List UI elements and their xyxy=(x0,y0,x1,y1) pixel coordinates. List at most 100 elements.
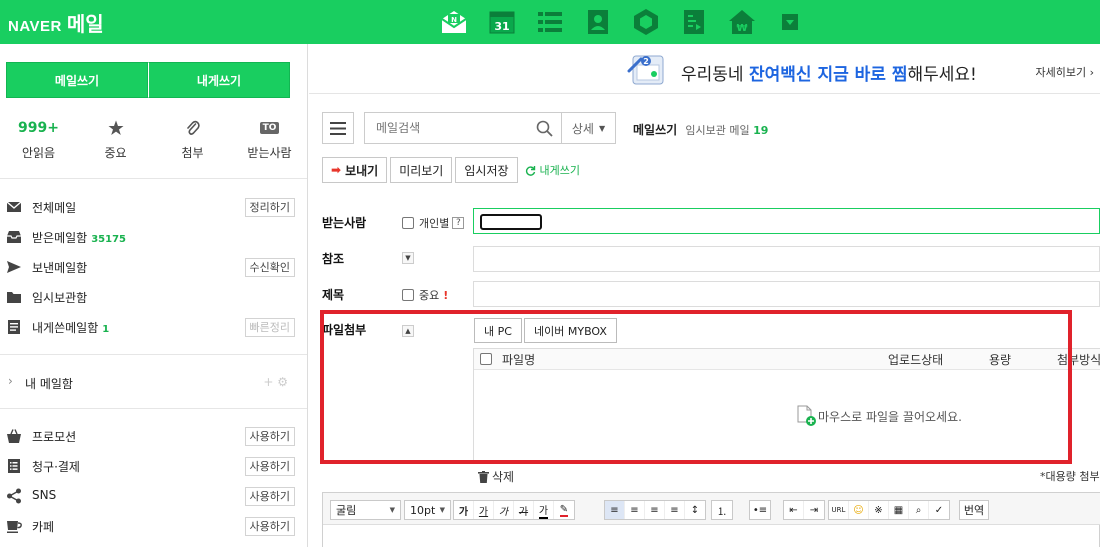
quick-organize-button[interactable]: 빠른정리 xyxy=(244,318,295,337)
mail-search-input[interactable] xyxy=(365,113,525,143)
folder-sns[interactable]: SNS 사용하기 xyxy=(0,481,308,511)
cc-expand-button[interactable]: ▼ xyxy=(402,252,414,264)
save-draft-button[interactable]: 임시저장 xyxy=(455,157,518,183)
folder-name: 임시보관함 xyxy=(32,291,88,305)
highlight-color-icon[interactable]: ✎ xyxy=(554,501,574,519)
outdent-icon[interactable]: ⇤ xyxy=(784,501,804,519)
banner-more-link[interactable]: 자세히보기 › xyxy=(1036,64,1095,80)
search-icon[interactable] xyxy=(536,120,553,137)
folder-billing[interactable]: 청구·결제 사용하기 xyxy=(0,451,308,481)
folder-cafe[interactable]: 카페 사용하기 xyxy=(0,511,308,541)
write-to-self-button[interactable]: 내게쓰기 xyxy=(148,62,290,98)
quick-recipient-label: 받는사람 xyxy=(247,146,292,160)
shopping-bag-icon xyxy=(7,429,21,443)
recipient-chip[interactable] xyxy=(480,214,542,230)
quick-recipient[interactable]: TO 받는사람 xyxy=(231,118,308,161)
quick-unread[interactable]: 999+ 안읽음 xyxy=(0,118,77,161)
unread-count: 999+ xyxy=(18,120,59,136)
subject-field[interactable] xyxy=(473,281,1100,307)
quick-attachment[interactable]: 첨부 xyxy=(154,118,231,161)
strikethrough-icon[interactable]: 가 xyxy=(514,501,534,519)
folder-name-text: 받은메일함 xyxy=(32,231,88,245)
to-icon: TO xyxy=(259,122,280,134)
quick-important[interactable]: 중요 xyxy=(77,118,154,161)
my-mailbox-actions[interactable]: + ⚙ xyxy=(263,375,288,389)
folder-inbox[interactable]: 받은메일함 35175 xyxy=(0,222,308,252)
to-label: 받는사람 xyxy=(322,216,367,230)
delete-attachment-button[interactable]: 삭제 xyxy=(478,468,514,485)
self-write-link[interactable]: 내게쓰기 xyxy=(525,162,580,178)
align-left-icon[interactable]: ≡ xyxy=(605,501,625,519)
use-button[interactable]: 사용하기 xyxy=(244,517,295,536)
folder-self-mail[interactable]: 내게쓴메일함 1 빠른정리 xyxy=(0,312,308,342)
folder-sent[interactable]: 보낸메일함 수신확인 xyxy=(0,252,308,282)
inbox-count: 35175 xyxy=(91,234,126,245)
special-char-icon[interactable]: ※ xyxy=(869,501,889,519)
to-field[interactable] xyxy=(473,208,1100,234)
find-icon[interactable]: ⌕ xyxy=(909,501,929,519)
read-receipt-button[interactable]: 수신확인 xyxy=(244,258,295,277)
send-button[interactable]: ➡ 보내기 xyxy=(322,157,388,183)
underline-icon[interactable]: 가 xyxy=(474,501,494,519)
hamburger-menu-button[interactable] xyxy=(322,112,354,144)
folder-name: 프로모션 xyxy=(32,430,77,444)
cube-icon[interactable] xyxy=(622,4,670,40)
address-book-icon[interactable] xyxy=(574,4,622,40)
font-family-value: 굴림 xyxy=(336,504,357,517)
align-right-icon[interactable]: ≡ xyxy=(645,501,665,519)
self-write-label: 내게쓰기 xyxy=(539,164,581,177)
top-bar: NAVER 메일 N 31 ₩ xyxy=(0,0,1100,44)
more-dropdown-icon[interactable] xyxy=(766,4,814,40)
use-button[interactable]: 사용하기 xyxy=(244,487,295,506)
write-mail-button[interactable]: 메일쓰기 xyxy=(6,62,148,98)
align-center-icon[interactable]: ≡ xyxy=(625,501,645,519)
folder-promotion[interactable]: 프로모션 사용하기 xyxy=(0,421,308,451)
naver-mail-logo[interactable]: NAVER 메일 xyxy=(8,8,104,37)
calendar-icon[interactable]: 31 xyxy=(478,4,526,40)
use-button[interactable]: 사용하기 xyxy=(244,427,295,446)
help-icon[interactable]: ? xyxy=(452,217,465,229)
cc-field[interactable] xyxy=(473,246,1100,272)
app-switcher: N 31 ₩ xyxy=(430,4,814,40)
font-family-select[interactable]: 굴림 ▼ xyxy=(330,500,401,520)
rich-text-editor: 굴림 ▼ 10pt ▼ 가 가 가 가 가 ✎ ≡ ≡ ≡ ≡ ↕ ⒈ •≡ ⇤ ⇥… xyxy=(322,492,1100,547)
memo-icon[interactable] xyxy=(670,4,718,40)
line-height-icon[interactable]: ↕ xyxy=(685,501,705,519)
use-button[interactable]: 사용하기 xyxy=(244,457,295,476)
individual-checkbox[interactable] xyxy=(402,217,414,229)
folder-name: 전체메일 xyxy=(32,201,77,215)
compose-title: 메일쓰기 xyxy=(633,123,678,137)
folder-drafts[interactable]: 임시보관함 xyxy=(0,282,308,312)
bold-icon[interactable]: 가 xyxy=(454,501,474,519)
translate-button[interactable]: 번역 xyxy=(959,500,989,520)
important-checkbox[interactable] xyxy=(402,289,414,301)
spellcheck-icon[interactable]: ✓ xyxy=(929,501,949,519)
ad-banner[interactable]: 2 우리동네 잔여백신 지금 바로 찜해두세요! 자세히보기 › xyxy=(309,44,1100,94)
contacts-list-icon[interactable] xyxy=(526,4,574,40)
emoji-icon[interactable]: ☺ xyxy=(849,501,869,519)
font-size-select[interactable]: 10pt ▼ xyxy=(404,500,451,520)
caret-down-icon: ▼ xyxy=(389,506,395,514)
numbered-list-icon[interactable]: ⒈ xyxy=(712,501,732,519)
preview-button[interactable]: 미리보기 xyxy=(390,157,453,183)
mail-icon[interactable]: N xyxy=(430,4,478,40)
household-ledger-icon[interactable]: ₩ xyxy=(718,4,766,40)
align-justify-icon[interactable]: ≡ xyxy=(665,501,685,519)
table-icon[interactable]: ▦ xyxy=(889,501,909,519)
my-mailbox-section[interactable]: › 내 메일함 + ⚙ xyxy=(0,372,308,394)
cc-label: 참조 xyxy=(322,252,345,266)
folder-all-mail[interactable]: 전체메일 정리하기 xyxy=(0,192,308,222)
detail-search-dropdown[interactable]: 상세 ▼ xyxy=(562,112,616,144)
important-option[interactable]: 중요! xyxy=(402,287,448,303)
text-color-icon[interactable]: 가 xyxy=(534,501,554,519)
attachment-highlight-box xyxy=(320,310,1072,464)
individual-option[interactable]: 개인별? xyxy=(402,215,465,231)
italic-icon[interactable]: 가 xyxy=(494,501,514,519)
organize-button[interactable]: 정리하기 xyxy=(244,198,295,217)
drafts-link[interactable]: 임시보관 메일 19 xyxy=(685,124,768,137)
link-icon[interactable]: URL xyxy=(829,501,849,519)
bullet-list-icon[interactable]: •≡ xyxy=(750,501,770,519)
quick-important-label: 중요 xyxy=(104,146,127,160)
refresh-icon xyxy=(525,165,535,176)
indent-icon[interactable]: ⇥ xyxy=(804,501,824,519)
